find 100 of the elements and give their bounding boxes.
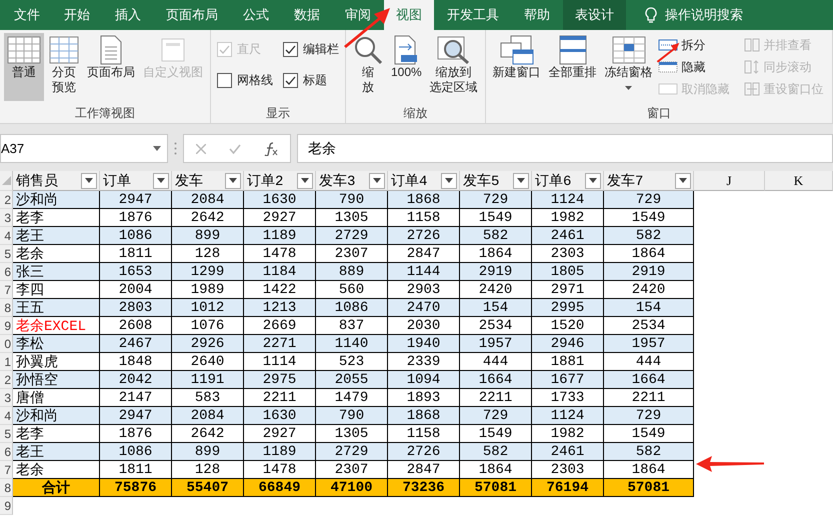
page-arrow-icon: [393, 35, 420, 65]
ribbon-tab[interactable]: 开始: [52, 0, 102, 30]
table-cell: 1811: [100, 245, 172, 263]
row-number[interactable]: 9: [0, 317, 13, 335]
annotation-arrow: [696, 455, 764, 473]
window-icon: [658, 61, 678, 73]
ribbon-button[interactable]: 100%: [388, 33, 425, 101]
row-number[interactable]: 1: [0, 353, 13, 371]
table-cell: 2608: [100, 317, 172, 335]
name-box[interactable]: A37: [0, 134, 168, 163]
column-title: 订单6: [535, 172, 572, 190]
row-number[interactable]: 4: [0, 407, 13, 425]
table-cell: 老余: [13, 461, 100, 479]
checkbox[interactable]: 标题: [283, 72, 339, 89]
table-cell: 2729: [316, 443, 388, 461]
ribbon-button[interactable]: 普通: [4, 33, 44, 101]
row-number[interactable]: 9: [0, 497, 13, 515]
columns-icon: [744, 38, 760, 52]
table-cell: 1982: [532, 209, 604, 227]
table-cell: 1848: [100, 353, 172, 371]
function-icon[interactable]: [264, 142, 278, 156]
table-cell: 1957: [460, 335, 532, 353]
checkbox[interactable]: 编辑栏: [283, 41, 339, 58]
row-number[interactable]: 8: [0, 299, 13, 317]
ribbon-button[interactable]: 新建窗口: [490, 33, 544, 101]
filter-button[interactable]: [153, 172, 169, 188]
table-cell: 1876: [100, 425, 172, 443]
table-cell: 沙和尚: [13, 191, 100, 209]
ribbon-tab[interactable]: 帮助: [512, 0, 562, 30]
table-cell: 1478: [244, 245, 316, 263]
ribbon-tab[interactable]: 开发工具: [435, 0, 511, 30]
table-cell: 2211: [604, 389, 694, 407]
caret-icon: [679, 178, 687, 183]
filter-button[interactable]: [441, 172, 457, 188]
ribbon-button[interactable]: 页面布局: [84, 33, 138, 101]
ribbon-tab[interactable]: 表设计: [563, 0, 626, 30]
table-cell: 1630: [244, 407, 316, 425]
ribbon-button[interactable]: 隐藏: [658, 56, 730, 78]
table-cell: 李松: [13, 335, 100, 353]
ribbon-tab[interactable]: 公式: [231, 0, 281, 30]
ribbon-button[interactable]: 分页 预览: [46, 33, 82, 101]
ribbon-tab[interactable]: 插入: [103, 0, 153, 30]
check-icon[interactable]: [228, 144, 241, 154]
filter-button[interactable]: [513, 172, 529, 188]
filter-button[interactable]: [675, 172, 691, 188]
table-cell: 2926: [172, 335, 244, 353]
filter-button[interactable]: [225, 172, 241, 188]
checkbox[interactable]: 网格线: [217, 72, 273, 89]
table-cell: 1664: [604, 371, 694, 389]
ribbon-tab[interactable]: 文件: [2, 0, 52, 30]
column-title: 订单: [103, 172, 131, 190]
filter-button[interactable]: [585, 172, 601, 188]
table-cell: 唐僧: [13, 389, 100, 407]
table-cell: 1811: [100, 461, 172, 479]
table-cell: 2467: [100, 335, 172, 353]
table-cell: 582: [460, 443, 532, 461]
caret-icon: [589, 178, 597, 183]
ribbon-tab[interactable]: 数据: [282, 0, 332, 30]
table-cell: 2803: [100, 299, 172, 317]
column-title: 发车: [175, 172, 203, 190]
row-number[interactable]: 3: [0, 209, 13, 227]
row-number[interactable]: 2: [0, 191, 13, 209]
ribbon-tab[interactable]: 页面布局: [154, 0, 230, 30]
column-letter[interactable]: K: [765, 171, 833, 191]
filter-button[interactable]: [369, 172, 385, 188]
row-number[interactable]: 6: [0, 443, 13, 461]
row-number[interactable]: 5: [0, 245, 13, 263]
ribbon-button[interactable]: 全部重排: [546, 33, 600, 101]
table-cell: 1158: [388, 425, 460, 443]
formula-field[interactable]: 老余: [297, 134, 833, 163]
row-number[interactable]: 5: [0, 425, 13, 443]
row-number[interactable]: 3: [0, 389, 13, 407]
row-number[interactable]: 7: [0, 461, 13, 479]
ribbon-button[interactable]: 缩放到 选定区域: [426, 33, 481, 101]
table-cell: 729: [460, 407, 532, 425]
ribbon-button[interactable]: 缩 放: [350, 33, 386, 101]
table-cell: 1094: [388, 371, 460, 389]
row-number[interactable]: 0: [0, 335, 13, 353]
row-number[interactable]: 6: [0, 263, 13, 281]
ribbon-button[interactable]: 冻结窗格: [602, 33, 656, 101]
table-cell: 1982: [532, 425, 604, 443]
total-cell: 75876: [100, 479, 172, 497]
table-cell: 2303: [532, 245, 604, 263]
row-number[interactable]: 4: [0, 227, 13, 245]
grid-icon: [612, 35, 646, 65]
row-number[interactable]: 8: [0, 479, 13, 497]
filter-button[interactable]: [297, 172, 313, 188]
ribbon-tab[interactable]: 审阅: [333, 0, 383, 30]
table-cell: 2927: [244, 425, 316, 443]
table-cell: 2307: [316, 245, 388, 263]
column-letter[interactable]: J: [694, 171, 765, 191]
row-number[interactable]: 2: [0, 371, 13, 389]
ribbon-tab[interactable]: 视图: [384, 0, 434, 30]
table-cell: 582: [460, 227, 532, 245]
caret-icon: [301, 178, 309, 183]
filter-button[interactable]: [81, 172, 97, 188]
grip-icon: [174, 142, 177, 155]
annotation-arrow: [656, 40, 680, 64]
search-label[interactable]: 操作说明搜索: [665, 6, 743, 24]
row-number[interactable]: 7: [0, 281, 13, 299]
